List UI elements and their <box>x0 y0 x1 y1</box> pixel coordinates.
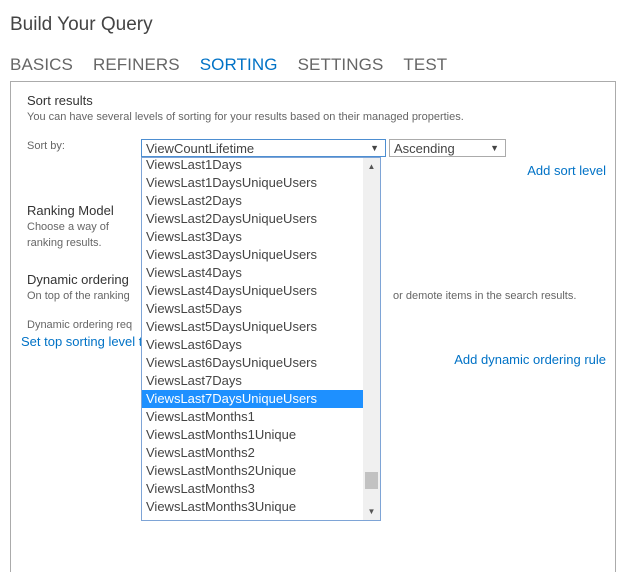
ranking-model-description-2: ranking results. <box>27 237 102 249</box>
add-sort-level-link[interactable]: Add sort level <box>527 163 606 178</box>
chevron-down-icon: ▼ <box>490 143 499 153</box>
dynamic-ordering-requirement: Dynamic ordering req <box>27 319 133 331</box>
dropdown-scrollbar[interactable]: ▲ ▼ <box>363 158 380 520</box>
tab-bar: BASICS REFINERS SORTING SETTINGS TEST <box>10 55 447 75</box>
dropdown-option[interactable]: ViewsLast6DaysUniqueUsers <box>142 354 364 372</box>
dropdown-option[interactable]: ViewsLastMonths3Unique <box>142 498 364 516</box>
scrollbar-thumb[interactable] <box>365 472 378 489</box>
dropdown-options: ViewsLast1Days ViewsLast1DaysUniqueUsers V… <box>142 158 364 516</box>
dropdown-option[interactable]: ViewsLast3DaysUniqueUsers <box>142 246 364 264</box>
tab-settings[interactable]: SETTINGS <box>298 55 384 75</box>
dropdown-option[interactable]: ViewsLast1DaysUniqueUsers <box>142 174 364 192</box>
sort-results-heading: Sort results <box>27 93 93 108</box>
tab-sorting[interactable]: SORTING <box>200 55 278 75</box>
dropdown-option[interactable]: ViewsLastMonths1 <box>142 408 364 426</box>
ranking-model-description-1: Choose a way of <box>27 221 109 233</box>
dropdown-option[interactable]: ViewsLastMonths2Unique <box>142 462 364 480</box>
sort-by-dropdown-list[interactable]: ViewsLast1Days ViewsLast1DaysUniqueUsers V… <box>141 157 381 521</box>
tab-refiners[interactable]: REFINERS <box>93 55 180 75</box>
dynamic-ordering-description-end: or demote items in the search results. <box>393 290 577 302</box>
dropdown-option[interactable]: ViewsLastMonths2 <box>142 444 364 462</box>
dropdown-option[interactable]: ViewsLast6Days <box>142 336 364 354</box>
dropdown-option[interactable]: ViewsLast5Days <box>142 300 364 318</box>
dropdown-option[interactable]: ViewsLast2DaysUniqueUsers <box>142 210 364 228</box>
dropdown-option[interactable]: ViewsLast7DaysUniqueUsers <box>142 390 364 408</box>
dropdown-option[interactable]: ViewsLast7Days <box>142 372 364 390</box>
sort-by-value: ViewCountLifetime <box>146 141 255 156</box>
dropdown-option[interactable]: ViewsLast3Days <box>142 228 364 246</box>
add-dynamic-ordering-rule-link[interactable]: Add dynamic ordering rule <box>454 352 606 367</box>
dynamic-ordering-heading: Dynamic ordering <box>27 272 129 287</box>
dropdown-option[interactable]: ViewsLast2Days <box>142 192 364 210</box>
sort-direction-value: Ascending <box>394 141 455 156</box>
set-top-sorting-level-link[interactable]: Set top sorting level t <box>21 334 142 349</box>
dropdown-option[interactable]: ViewsLast1Days <box>142 158 364 174</box>
dropdown-option[interactable]: ViewsLast5DaysUniqueUsers <box>142 318 364 336</box>
dynamic-ordering-description-start: On top of the ranking <box>27 290 130 302</box>
sort-by-select[interactable]: ViewCountLifetime ▼ <box>141 139 386 157</box>
sort-results-description: You can have several levels of sorting f… <box>27 111 464 123</box>
dropdown-option[interactable]: ViewsLastMonths3 <box>142 480 364 498</box>
sort-by-label: Sort by: <box>27 140 65 152</box>
dropdown-option[interactable]: ViewsLastMonths1Unique <box>142 426 364 444</box>
scroll-up-arrow-icon[interactable]: ▲ <box>363 158 380 175</box>
dropdown-option[interactable]: ViewsLast4Days <box>142 264 364 282</box>
tab-basics[interactable]: BASICS <box>10 55 73 75</box>
dropdown-option[interactable]: ViewsLast4DaysUniqueUsers <box>142 282 364 300</box>
scroll-down-arrow-icon[interactable]: ▼ <box>363 503 380 520</box>
sort-direction-select[interactable]: Ascending ▼ <box>389 139 506 157</box>
ranking-model-heading: Ranking Model <box>27 203 114 218</box>
tab-test[interactable]: TEST <box>403 55 447 75</box>
page-title: Build Your Query <box>10 14 153 35</box>
chevron-down-icon: ▼ <box>370 143 379 153</box>
